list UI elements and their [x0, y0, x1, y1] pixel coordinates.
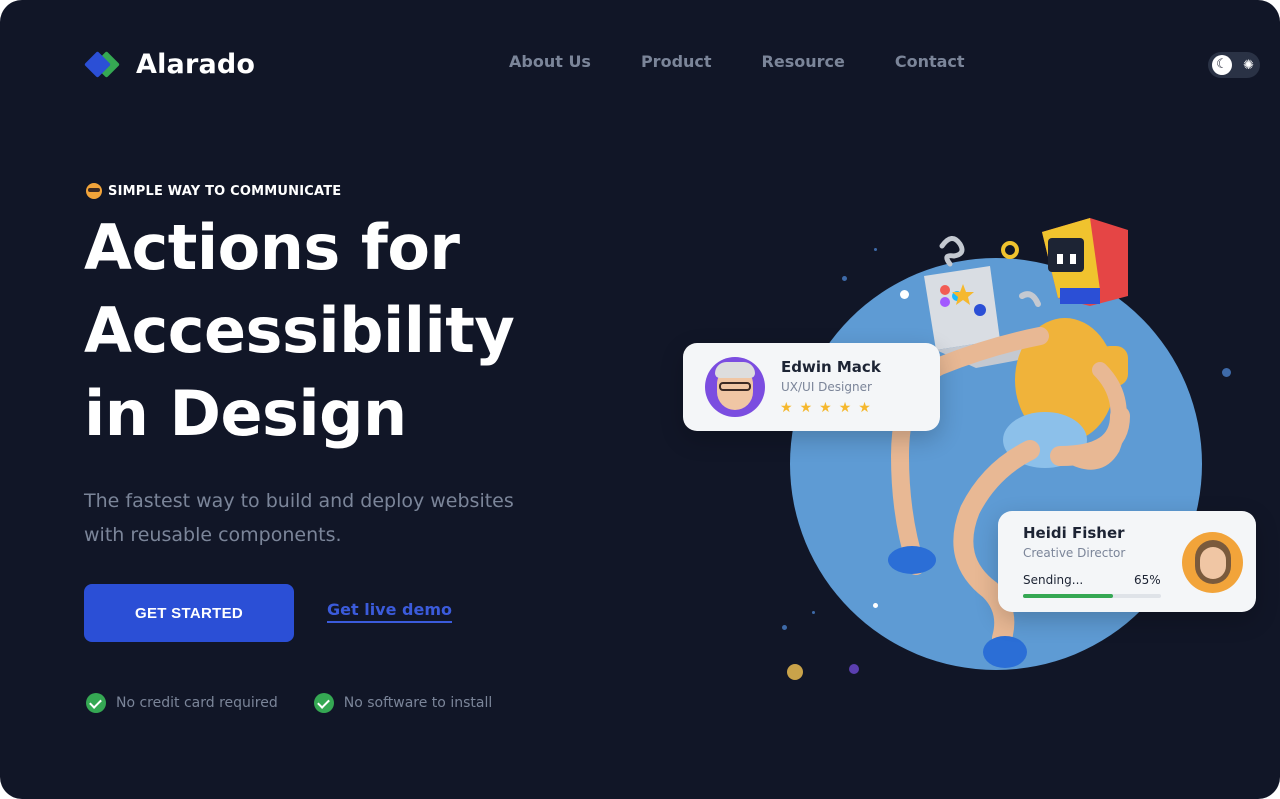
profile-name: Heidi Fisher — [1023, 524, 1125, 542]
page-frame: Alarado About Us Product Resource Contac… — [0, 0, 1280, 799]
star-icon: ★ — [858, 400, 871, 416]
star-icon: ★ — [780, 400, 793, 416]
profile-card-edwin[interactable]: Edwin Mack UX/UI Designer ★ ★ ★ ★ ★ — [683, 343, 940, 431]
character-illustration — [888, 218, 1130, 668]
progress-bar — [1023, 594, 1161, 598]
progress-percent: 65% — [1134, 573, 1161, 587]
rating-stars: ★ ★ ★ ★ ★ — [780, 400, 871, 416]
profile-card-heidi[interactable]: Heidi Fisher Creative Director Sending..… — [998, 511, 1256, 612]
avatar — [705, 357, 765, 417]
profile-name: Edwin Mack — [781, 358, 881, 376]
progress-fill — [1023, 594, 1113, 598]
star-icon: ★ — [799, 400, 813, 416]
star-icon: ★ — [819, 400, 832, 416]
profile-role: UX/UI Designer — [781, 380, 872, 394]
progress-status: Sending... — [1023, 573, 1084, 587]
profile-role: Creative Director — [1023, 546, 1126, 560]
avatar — [1182, 532, 1243, 593]
star-icon: ★ — [838, 400, 852, 416]
retro-computer-icon — [1042, 218, 1128, 306]
